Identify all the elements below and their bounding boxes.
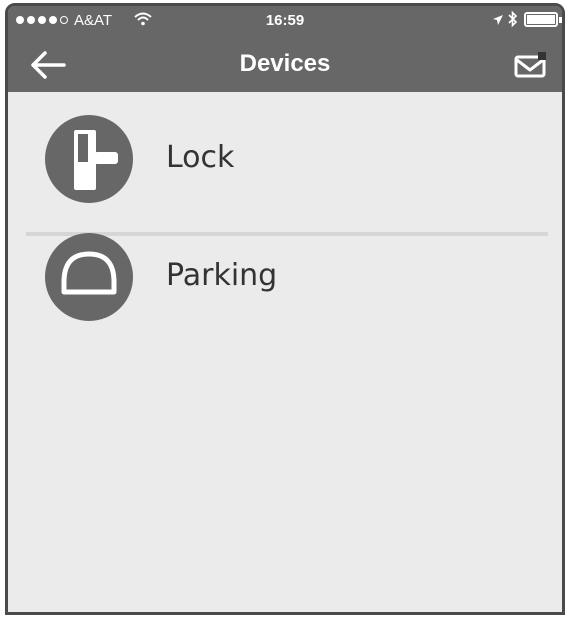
nav-bar: Devices <box>8 36 562 92</box>
bluetooth-icon <box>508 10 518 32</box>
device-label: Lock <box>166 140 235 175</box>
device-label: Parking <box>166 258 278 293</box>
mail-button[interactable] <box>510 48 550 82</box>
location-arrow-icon <box>492 13 504 30</box>
page-title: Devices <box>239 50 331 77</box>
mail-icon <box>514 52 546 78</box>
status-bar: A&AT 16:59 <box>8 6 562 36</box>
device-item-parking[interactable]: Parking <box>8 228 562 338</box>
parking-icon <box>45 233 133 321</box>
status-time: 16:59 <box>265 12 305 29</box>
device-item-lock[interactable]: Lock <box>8 110 562 236</box>
lock-icon <box>45 115 133 203</box>
phone-screen: A&AT 16:59 Devices Lock Parking <box>5 3 565 615</box>
battery-icon <box>524 12 562 27</box>
